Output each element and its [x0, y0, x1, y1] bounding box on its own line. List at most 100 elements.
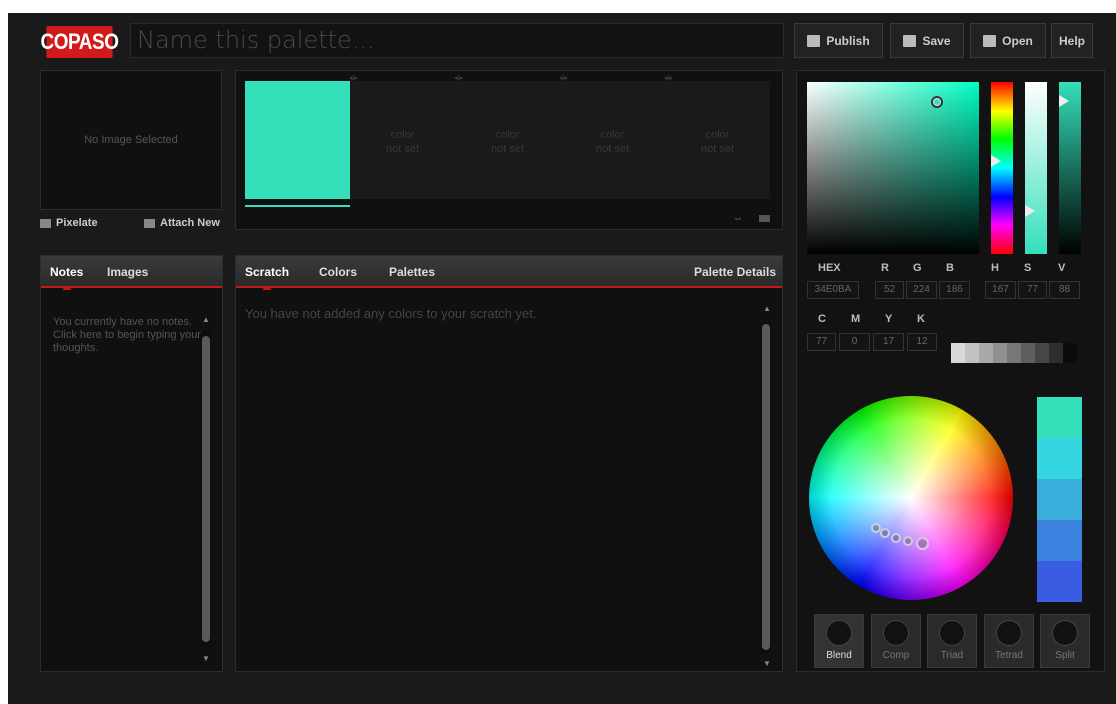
- gray-swatch[interactable]: [1007, 343, 1021, 363]
- r-field[interactable]: 52: [875, 281, 904, 299]
- image-preview[interactable]: No Image Selected: [40, 70, 222, 210]
- m-field[interactable]: 0: [839, 333, 870, 351]
- gray-swatch[interactable]: [979, 343, 993, 363]
- harmony-node[interactable]: [891, 533, 901, 543]
- notes-empty-text[interactable]: You currently have no notes. Click here …: [53, 316, 201, 355]
- generated-color-swatch[interactable]: [1037, 561, 1082, 602]
- value-slider[interactable]: [1059, 82, 1081, 254]
- value-pointer[interactable]: [1059, 95, 1069, 107]
- h-label: H: [991, 262, 999, 274]
- harmony-node[interactable]: [903, 536, 913, 546]
- scratch-scroll-thumb[interactable]: [762, 324, 770, 650]
- gray-swatch[interactable]: [1063, 343, 1077, 363]
- scratch-scrollbar[interactable]: [761, 321, 771, 653]
- tab-palettes[interactable]: Palettes: [389, 265, 435, 279]
- active-swatch-indicator: [245, 205, 350, 207]
- gray-swatch[interactable]: [965, 343, 979, 363]
- help-label: Help: [1058, 33, 1085, 48]
- scroll-up-icon[interactable]: ▲: [202, 315, 210, 324]
- expand-arrows-icon[interactable]: ⇔: [733, 213, 743, 224]
- mode-tetrad-button[interactable]: Tetrad: [984, 614, 1034, 668]
- notes-scrollbar[interactable]: [201, 331, 211, 647]
- pixelate-label: Pixelate: [56, 217, 98, 229]
- mode-blend-button[interactable]: Blend: [814, 614, 864, 668]
- publish-label: Publish: [826, 33, 870, 48]
- mode-label: Tetrad: [995, 650, 1023, 661]
- mode-label: Triad: [940, 650, 964, 661]
- y-field[interactable]: 17: [873, 333, 904, 351]
- b-field[interactable]: 186: [939, 281, 970, 299]
- pixelate-icon: [40, 218, 51, 228]
- hex-field[interactable]: 34E0BA: [807, 281, 859, 299]
- palette-details-button[interactable]: Palette Details: [694, 265, 776, 279]
- mode-split-button[interactable]: Split: [1040, 614, 1090, 668]
- open-button[interactable]: Open: [970, 23, 1046, 58]
- harmony-node[interactable]: [880, 528, 890, 538]
- h-field[interactable]: 167: [985, 281, 1016, 299]
- hue-pointer[interactable]: [991, 155, 1001, 167]
- swatch-empty-text: not set: [490, 143, 525, 155]
- saturation-slider[interactable]: [1025, 82, 1047, 254]
- pixelate-button[interactable]: Pixelate: [40, 217, 98, 229]
- tab-notes[interactable]: Notes: [50, 265, 83, 290]
- mode-label: Comp: [882, 650, 910, 661]
- save-button[interactable]: Save: [890, 23, 964, 58]
- tab-images[interactable]: Images: [107, 265, 148, 279]
- generated-colors: [1037, 397, 1082, 602]
- swatch-4[interactable]: color not set: [560, 81, 665, 199]
- k-label: K: [917, 313, 925, 325]
- v-label: V: [1058, 262, 1066, 274]
- harmony-node[interactable]: [916, 537, 929, 550]
- triad-knob-icon: [939, 620, 965, 646]
- c-field[interactable]: 77: [807, 333, 836, 351]
- swatch-empty-text: color: [705, 129, 730, 141]
- v-field[interactable]: 88: [1049, 281, 1080, 299]
- save-icon: [903, 34, 917, 47]
- gray-swatch[interactable]: [1049, 343, 1063, 363]
- hue-slider[interactable]: [991, 82, 1013, 254]
- palette-name-input[interactable]: Name this palette...: [130, 23, 784, 58]
- notes-scroll-thumb[interactable]: [202, 336, 210, 642]
- publish-button[interactable]: Publish: [794, 23, 883, 58]
- help-button[interactable]: Help: [1051, 23, 1093, 58]
- palette-swatches: ◂|▸ ◂|▸ ◂|▸ ◂|▸ color not set color not …: [235, 70, 783, 230]
- toggle-view-icon[interactable]: [759, 215, 770, 222]
- scroll-down-icon[interactable]: ▼: [202, 654, 210, 663]
- gray-swatch[interactable]: [951, 343, 965, 363]
- copaso-logo[interactable]: COPASO: [40, 26, 119, 58]
- gray-swatch[interactable]: [1021, 343, 1035, 363]
- save-label: Save: [922, 33, 951, 48]
- mode-label: Blend: [826, 650, 852, 661]
- generated-color-swatch[interactable]: [1037, 520, 1082, 561]
- mode-label: Split: [1055, 650, 1075, 661]
- swatch-3[interactable]: color not set: [455, 81, 560, 199]
- saturation-value-square[interactable]: [807, 82, 979, 254]
- g-field[interactable]: 224: [906, 281, 937, 299]
- swatch-1[interactable]: [245, 81, 350, 199]
- k-field[interactable]: 12: [907, 333, 937, 351]
- app-root: COPASO Name this palette... Publish Save…: [8, 13, 1116, 704]
- picker-cursor[interactable]: [931, 96, 943, 108]
- no-image-text: No Image Selected: [84, 134, 178, 146]
- generated-color-swatch[interactable]: [1037, 438, 1082, 479]
- mode-triad-button[interactable]: Triad: [927, 614, 977, 668]
- notes-panel: Notes Images You currently have no notes…: [40, 255, 223, 672]
- tab-scratch[interactable]: Scratch: [245, 265, 289, 290]
- attach-new-button[interactable]: Attach New: [144, 217, 220, 229]
- swatch-empty-text: not set: [385, 143, 420, 155]
- generated-color-swatch[interactable]: [1037, 479, 1082, 520]
- generated-color-swatch[interactable]: [1037, 397, 1082, 438]
- gray-swatch[interactable]: [1035, 343, 1049, 363]
- scroll-down-icon[interactable]: ▼: [763, 659, 771, 668]
- color-wheel-shade: [809, 396, 1013, 600]
- split-knob-icon: [1052, 620, 1078, 646]
- scroll-up-icon[interactable]: ▲: [763, 304, 771, 313]
- swatch-5[interactable]: color not set: [665, 81, 770, 199]
- tab-colors[interactable]: Colors: [319, 265, 357, 279]
- saturation-pointer[interactable]: [1025, 205, 1035, 217]
- mode-comp-button[interactable]: Comp: [871, 614, 921, 668]
- attach-new-label: Attach New: [160, 217, 220, 229]
- swatch-2[interactable]: color not set: [350, 81, 455, 199]
- s-field[interactable]: 77: [1018, 281, 1047, 299]
- gray-swatch[interactable]: [993, 343, 1007, 363]
